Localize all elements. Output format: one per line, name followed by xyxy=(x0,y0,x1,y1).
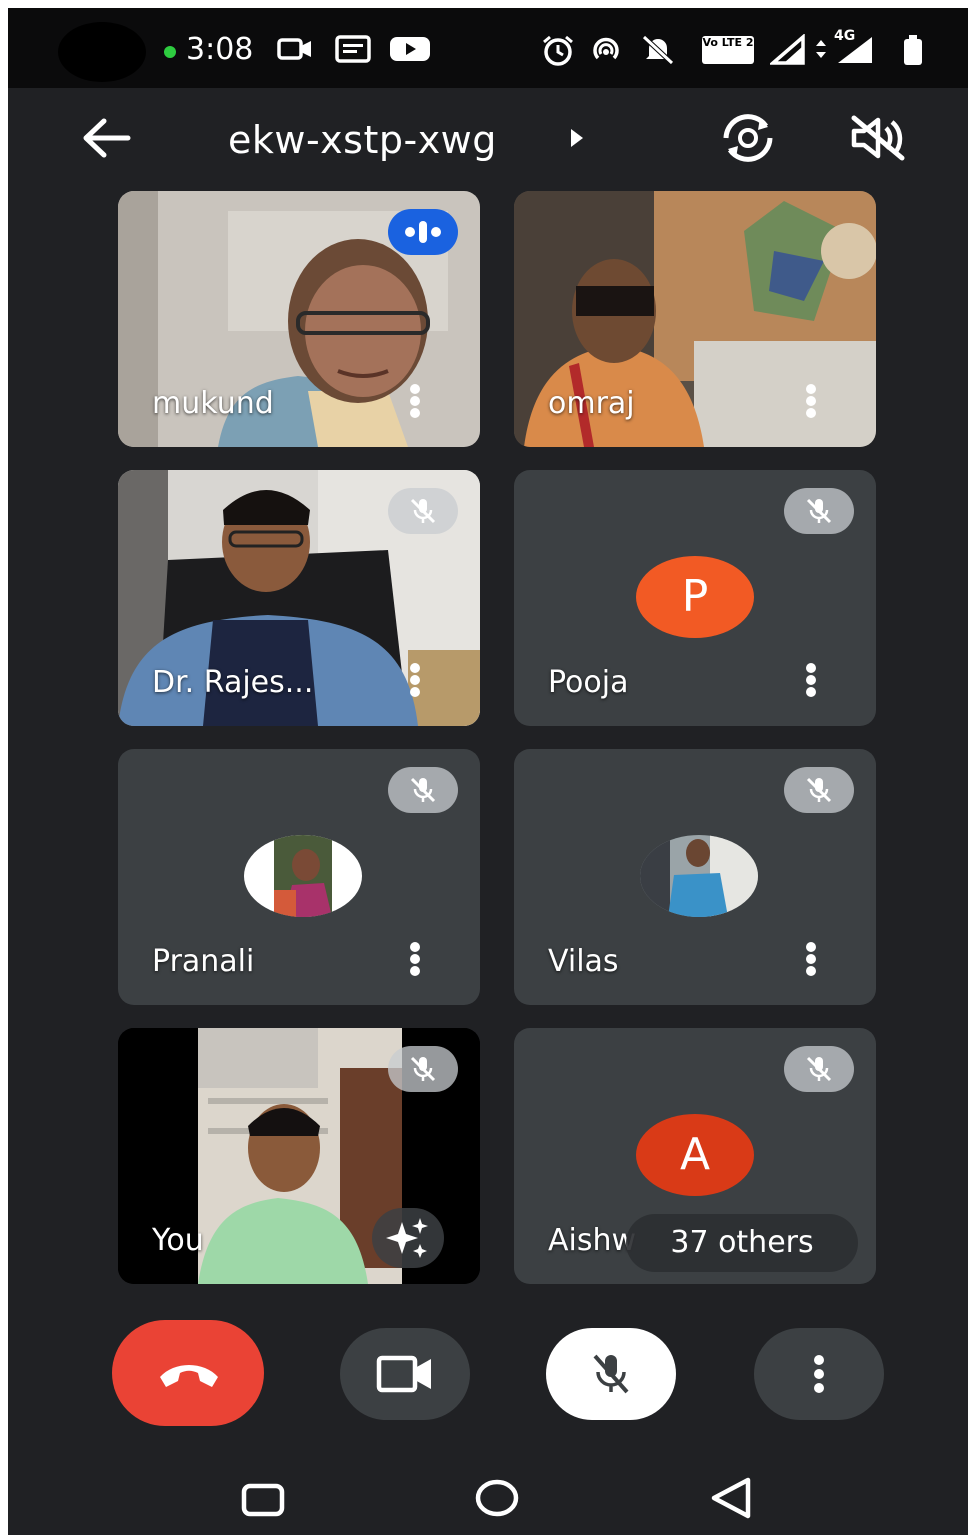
participant-tile-pooja[interactable]: P Pooja xyxy=(514,470,876,726)
camera-toggle-button[interactable] xyxy=(340,1328,470,1420)
volte-icon: Vo LTE 2 xyxy=(702,36,754,64)
participant-name: mukund xyxy=(152,386,274,421)
youtube-icon xyxy=(390,37,430,61)
participant-name: Pranali xyxy=(152,944,255,979)
participant-tile-dr-rajes[interactable]: Dr. Rajes... xyxy=(118,470,480,726)
more-vert-icon[interactable] xyxy=(804,662,818,698)
home-icon[interactable] xyxy=(474,1478,520,1518)
more-vert-icon[interactable] xyxy=(408,662,422,698)
signal-4g-icon xyxy=(838,37,872,63)
mic-off-icon xyxy=(806,777,832,803)
effects-button[interactable] xyxy=(372,1208,444,1268)
mic-off-badge xyxy=(388,767,458,813)
participant-tile-mukund[interactable]: mukund xyxy=(118,191,480,447)
camera-cutout xyxy=(58,22,146,82)
mic-off-icon xyxy=(593,1354,629,1394)
participant-tile-self[interactable]: You xyxy=(118,1028,480,1284)
chevron-right-icon[interactable] xyxy=(568,126,586,150)
mic-off-icon xyxy=(806,1056,832,1082)
meet-screen: 3:08 Vo LTE 2 4G ekw-xstp-xwg mukund omr… xyxy=(8,8,968,1535)
mic-off-badge xyxy=(784,488,854,534)
mic-off-icon xyxy=(410,1056,436,1082)
mute-bell-icon xyxy=(642,35,674,65)
back-arrow-icon[interactable] xyxy=(80,116,132,160)
avatar-photo xyxy=(640,835,758,917)
meeting-code-title[interactable]: ekw-xstp-xwg xyxy=(228,118,497,162)
more-vert-icon[interactable] xyxy=(408,383,422,419)
more-vert-icon[interactable] xyxy=(804,941,818,977)
participant-name: Aishw xyxy=(548,1223,637,1258)
hang-up-icon xyxy=(160,1365,218,1387)
mic-off-icon xyxy=(410,498,436,524)
more-vert-icon[interactable] xyxy=(804,383,818,419)
avatar-initial: A xyxy=(636,1114,754,1196)
mic-off-badge xyxy=(388,488,458,534)
battery-icon xyxy=(904,35,922,65)
status-time: 3:08 xyxy=(186,32,254,67)
speaking-indicator-icon xyxy=(388,209,458,255)
participant-name: Vilas xyxy=(548,944,619,979)
avatar-initial: P xyxy=(636,556,754,638)
more-vert-icon[interactable] xyxy=(408,941,422,977)
recording-dot xyxy=(164,46,176,58)
mic-off-badge xyxy=(784,1046,854,1092)
mic-off-icon xyxy=(806,498,832,524)
participant-name: You xyxy=(152,1223,204,1258)
participant-tile-omraj[interactable]: omraj xyxy=(514,191,876,447)
participant-name: Pooja xyxy=(548,665,629,700)
back-icon[interactable] xyxy=(708,1476,754,1520)
more-options-button[interactable] xyxy=(754,1328,884,1420)
data-arrows-icon xyxy=(816,40,826,58)
camera-icon xyxy=(277,38,311,60)
status-bar: 3:08 Vo LTE 2 4G xyxy=(8,8,968,88)
system-nav-bar xyxy=(8,1458,968,1535)
mic-off-badge xyxy=(784,767,854,813)
mic-off-badge xyxy=(388,1046,458,1092)
notes-icon xyxy=(335,35,371,63)
avatar-photo xyxy=(244,835,362,917)
end-call-button[interactable] xyxy=(112,1320,264,1426)
speaker-off-icon[interactable] xyxy=(848,114,906,162)
videocam-icon xyxy=(376,1355,431,1393)
more-vert-icon xyxy=(814,1355,824,1393)
sparkle-effects-icon xyxy=(386,1218,428,1258)
mic-off-icon xyxy=(410,777,436,803)
meeting-top-bar: ekw-xstp-xwg xyxy=(8,88,968,192)
switch-camera-icon[interactable] xyxy=(718,112,778,164)
participant-tile-others[interactable]: A Aishw 37 others xyxy=(514,1028,876,1284)
participant-tile-vilas[interactable]: Vilas xyxy=(514,749,876,1005)
hotspot-icon xyxy=(593,37,619,60)
participant-tile-pranali[interactable]: Pranali xyxy=(118,749,480,1005)
participant-name: Dr. Rajes... xyxy=(152,665,314,700)
microphone-toggle-button[interactable] xyxy=(546,1328,676,1420)
others-count-chip[interactable]: 37 others xyxy=(626,1214,858,1272)
signal-icon xyxy=(770,34,805,65)
alarm-icon xyxy=(543,35,573,66)
recents-icon[interactable] xyxy=(240,1482,286,1518)
participant-name: omraj xyxy=(548,386,635,421)
